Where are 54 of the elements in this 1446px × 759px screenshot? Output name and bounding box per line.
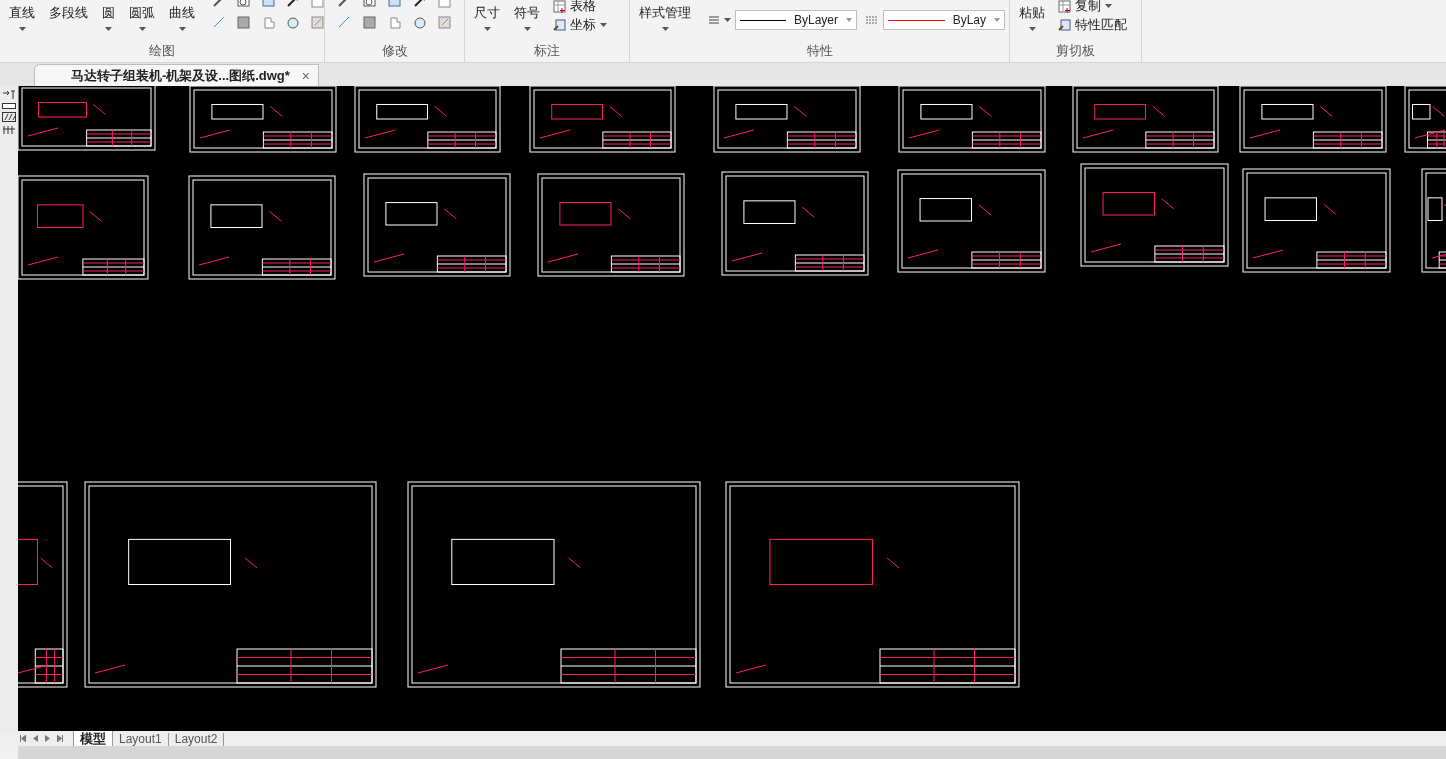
caret-icon[interactable] <box>523 27 531 31</box>
caret-icon[interactable] <box>138 27 146 31</box>
caret-icon[interactable] <box>994 18 1000 22</box>
ribbon-group-label: 绘图 <box>148 44 176 60</box>
hatch-icon[interactable] <box>2 112 16 122</box>
ribbon-group-label: 修改 <box>380 44 409 60</box>
ribbon-group-label: 特性 <box>805 44 834 60</box>
document-tab[interactable]: 马达转子组装机-机架及设...图纸.dwg* × <box>34 64 320 86</box>
grid-icon[interactable] <box>2 125 16 135</box>
dropdown-value: ByLayer <box>793 12 838 29</box>
document-title: 马达转子组装机-机架及设...图纸.dwg* <box>71 66 290 85</box>
caret-icon[interactable] <box>105 27 112 31</box>
ribbon-button[interactable]: 曲线 <box>164 0 200 31</box>
previous-page-icon[interactable] <box>33 735 38 742</box>
caret-icon[interactable] <box>600 23 607 27</box>
layout-tab[interactable]: 模型 <box>73 731 113 746</box>
property-dropdown[interactable]: ByLayer <box>735 10 857 30</box>
ruler-icon[interactable] <box>2 103 16 109</box>
property-dropdown[interactable]: ByLay <box>883 10 1005 30</box>
drawing-sheet <box>1404 86 1446 153</box>
ribbon-button[interactable]: 圆弧 <box>124 0 160 31</box>
ribbon-button[interactable]: 粘贴 <box>1014 0 1050 31</box>
ribbon-group-label: 标注 <box>533 44 561 60</box>
caret-icon[interactable] <box>661 27 669 31</box>
horizontal-scrollbar[interactable] <box>18 746 1446 759</box>
ribbon-button[interactable]: 直线 <box>4 0 40 31</box>
caret-icon[interactable] <box>178 27 186 31</box>
ribbon-button[interactable]: 样式管理 <box>634 0 696 31</box>
ribbon-button[interactable]: 坐标 <box>549 17 611 33</box>
ribbon-button[interactable]: 表格 <box>549 0 611 14</box>
caret-icon[interactable] <box>1105 4 1112 8</box>
last-page-icon[interactable] <box>57 735 63 742</box>
drawing-canvas[interactable] <box>18 86 1446 731</box>
tool-icon[interactable] <box>2 90 16 100</box>
caret-icon[interactable] <box>724 18 731 22</box>
caret-icon[interactable] <box>18 27 26 31</box>
ribbon-group-label: 剪切板 <box>1055 44 1096 60</box>
caret-icon[interactable] <box>846 18 852 22</box>
brush-icon[interactable] <box>1058 18 1071 32</box>
ribbon-button[interactable]: 圆 <box>97 0 120 31</box>
brush-icon[interactable] <box>553 18 566 32</box>
ribbon-button[interactable]: 多段线 <box>44 0 93 21</box>
caret-icon[interactable] <box>1028 27 1036 31</box>
close-button[interactable]: × <box>301 68 311 83</box>
next-page-icon[interactable] <box>45 735 50 742</box>
ribbon-button[interactable]: 符号 <box>509 0 545 31</box>
table-icon[interactable] <box>553 0 566 13</box>
caret-icon[interactable] <box>483 27 491 31</box>
ribbon-button[interactable]: 复制 <box>1054 0 1131 14</box>
table-icon[interactable] <box>1058 0 1071 13</box>
ribbon-button[interactable]: 特性匹配 <box>1054 17 1131 33</box>
dropdown-value: ByLay <box>952 12 986 29</box>
ribbon-button[interactable]: 尺寸 <box>469 0 505 31</box>
first-page-icon[interactable] <box>20 735 26 742</box>
